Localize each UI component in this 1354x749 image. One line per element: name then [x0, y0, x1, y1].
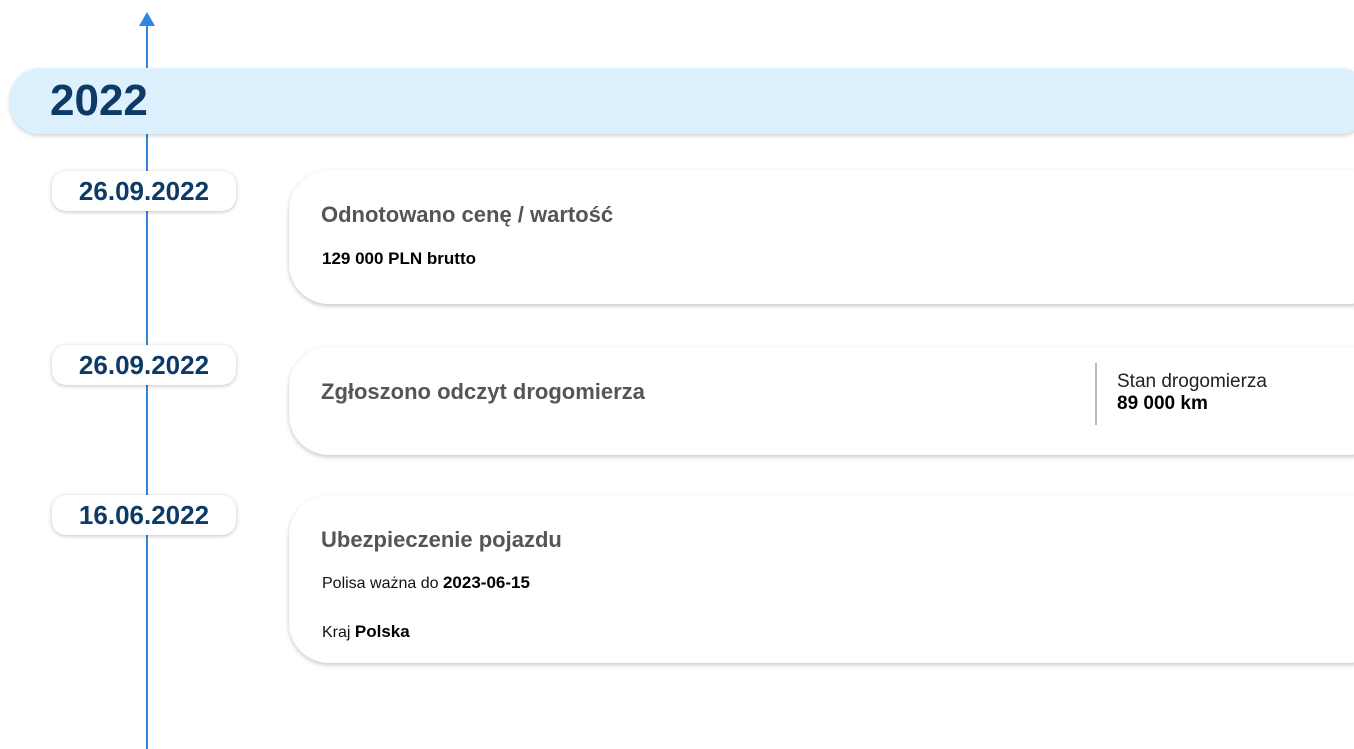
year-label: 2022: [50, 76, 148, 125]
event-card-insurance: Ubezpieczenie pojazdu Polisa ważna do 20…: [289, 495, 1354, 663]
country-value: Polska: [354, 622, 410, 641]
year-header: 2022: [10, 68, 1354, 134]
policy-value: 2023-06-15: [442, 573, 530, 592]
country-line: Kraj Polska: [322, 622, 410, 642]
timeline-page: 2022 26.09.2022 Odnotowano cenę / wartoś…: [0, 0, 1354, 749]
policy-label: Polisa ważna do: [322, 575, 439, 592]
odometer-reading: Stan drogomierza 89 000 km: [1095, 363, 1267, 425]
policy-line: Polisa ważna do 2023-06-15: [322, 573, 530, 593]
odometer-label: Stan drogomierza: [1117, 371, 1267, 392]
event-title: Zgłoszono odczyt drogomierza: [321, 379, 645, 404]
event-card-odometer: Zgłoszono odczyt drogomierza Stan drogom…: [289, 347, 1354, 455]
price-value-line: 129 000 PLN brutto: [322, 249, 476, 269]
event-title: Odnotowano cenę / wartość: [321, 202, 614, 227]
event-date-badge: 26.09.2022: [52, 171, 236, 211]
price-value: 129 000 PLN brutto: [322, 249, 476, 268]
timeline-arrow-up-icon: [139, 12, 155, 26]
event-title: Ubezpieczenie pojazdu: [321, 527, 562, 552]
event-date-badge: 16.06.2022: [52, 495, 236, 535]
timeline-axis: [146, 26, 148, 749]
country-label: Kraj: [322, 624, 351, 641]
event-card-price: Odnotowano cenę / wartość 129 000 PLN br…: [289, 170, 1354, 304]
odometer-value: 89 000 km: [1117, 393, 1208, 414]
event-date-badge: 26.09.2022: [52, 345, 236, 385]
